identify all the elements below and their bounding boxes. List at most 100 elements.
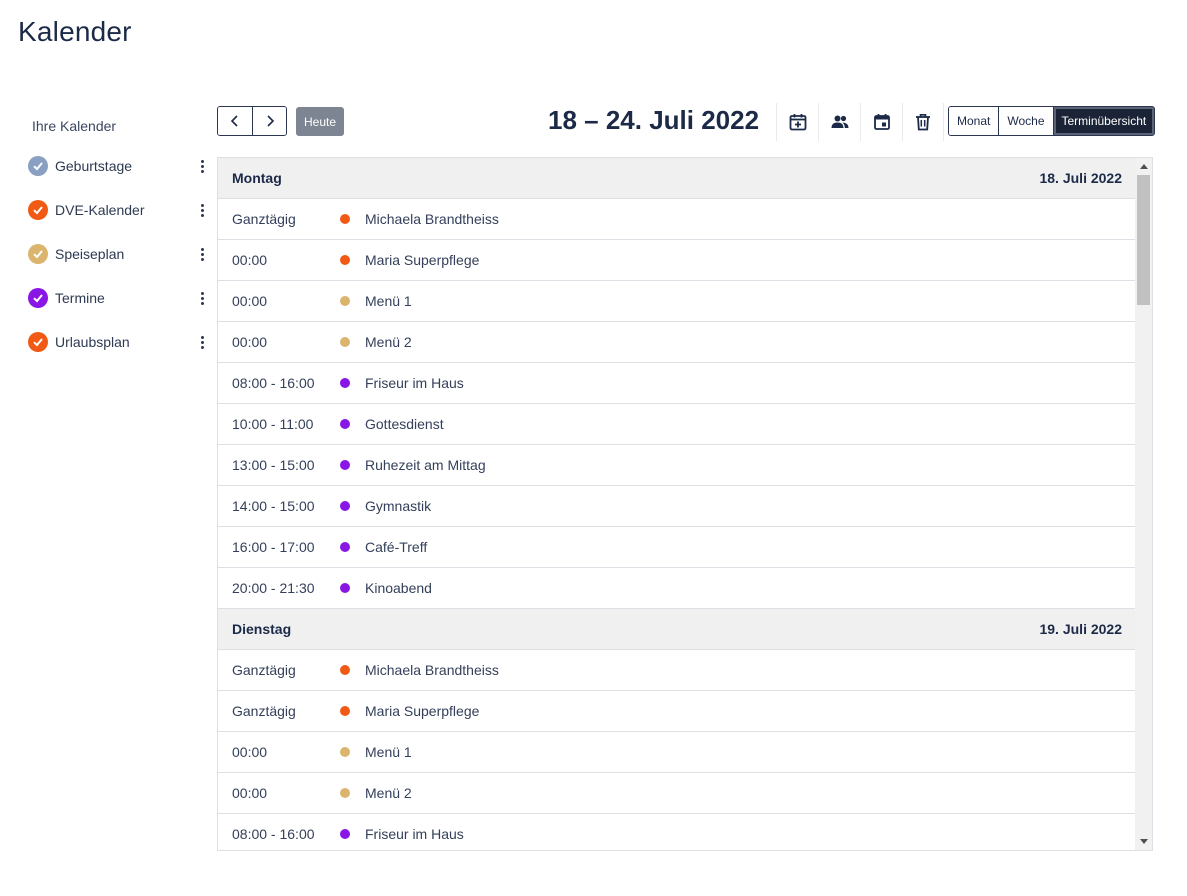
event-color-dot [340, 460, 350, 470]
event-color-dot [340, 542, 350, 552]
delete-button[interactable] [902, 103, 944, 141]
scroll-up-icon [1139, 164, 1148, 169]
event-row[interactable]: 14:00 - 15:00 Gymnastik [218, 486, 1136, 527]
event-row[interactable]: 08:00 - 16:00 Friseur im Haus [218, 814, 1136, 850]
day-header: Dienstag 19. Juli 2022 [218, 609, 1136, 650]
calendar-label: Speiseplan [55, 246, 125, 262]
event-title: Menü 1 [365, 293, 412, 309]
event-row[interactable]: 00:00 Menü 2 [218, 773, 1136, 814]
event-row[interactable]: 20:00 - 21:30 Kinoabend [218, 568, 1136, 609]
calendar-label: Termine [55, 290, 105, 306]
event-color-dot [340, 788, 350, 798]
event-time: Ganztägig [232, 703, 296, 719]
calendar-item[interactable]: Speiseplan [28, 232, 213, 276]
date-navigation [217, 106, 287, 136]
view-month-button[interactable]: Monat [949, 107, 999, 135]
more-vertical-icon[interactable] [199, 288, 205, 308]
calendar-label: Urlaubsplan [55, 334, 130, 350]
event-color-dot [340, 501, 350, 511]
calendar-item[interactable]: Geburtstage [28, 144, 213, 188]
event-title: Michaela Brandtheiss [365, 662, 499, 678]
event-time: 08:00 - 16:00 [232, 826, 315, 842]
event-time: 00:00 [232, 334, 268, 350]
more-vertical-icon[interactable] [199, 244, 205, 264]
today-button[interactable]: Heute [296, 107, 345, 136]
event-row[interactable]: 00:00 Menü 1 [218, 281, 1136, 322]
calendar-icon [873, 114, 890, 130]
event-title: Friseur im Haus [365, 826, 464, 842]
event-time: Ganztägig [232, 662, 296, 678]
view-switcher: Monat Woche Terminübersicht [948, 106, 1156, 136]
event-title: Friseur im Haus [365, 375, 464, 391]
day-date: 19. Juli 2022 [1039, 621, 1122, 637]
calendar-add-icon [789, 114, 806, 131]
agenda-scrollbar[interactable] [1135, 158, 1152, 850]
event-row[interactable]: Ganztägig Maria Superpflege [218, 691, 1136, 732]
prev-week-button[interactable] [218, 107, 252, 135]
calendar-label: Geburtstage [55, 158, 133, 174]
participants-button[interactable] [818, 103, 860, 141]
event-title: Menü 2 [365, 334, 412, 350]
check-icon[interactable] [28, 288, 48, 308]
event-title: Ruhezeit am Mittag [365, 457, 486, 473]
calendar-item[interactable]: Urlaubsplan [28, 320, 213, 364]
event-time: 20:00 - 21:30 [232, 580, 315, 596]
users-icon [831, 115, 848, 128]
more-vertical-icon[interactable] [199, 156, 205, 176]
event-time: 10:00 - 11:00 [232, 416, 314, 432]
check-icon[interactable] [28, 200, 48, 220]
event-title: Menü 2 [365, 785, 412, 801]
agenda-list[interactable]: Montag 18. Juli 2022 Ganztägig Michaela Bra… [217, 157, 1153, 851]
event-title: Michaela Brandtheiss [365, 211, 499, 227]
event-time: 00:00 [232, 785, 268, 801]
calendar-item[interactable]: DVE-Kalender [28, 188, 213, 232]
event-row[interactable]: Ganztägig Michaela Brandtheiss [218, 199, 1136, 240]
day-header: Montag 18. Juli 2022 [218, 158, 1136, 199]
check-icon[interactable] [28, 244, 48, 264]
more-vertical-icon[interactable] [199, 200, 205, 220]
view-agenda-button[interactable]: Terminübersicht [1052, 107, 1155, 135]
event-title: Maria Superpflege [365, 252, 480, 268]
calendar-button[interactable] [860, 103, 902, 141]
event-time: 00:00 [232, 252, 268, 268]
event-title: Maria Superpflege [365, 703, 480, 719]
scroll-thumb[interactable] [1137, 175, 1150, 305]
event-row[interactable]: 00:00 Maria Superpflege [218, 240, 1136, 281]
event-color-dot [340, 706, 350, 716]
event-time: Ganztägig [232, 211, 296, 227]
event-time: 13:00 - 15:00 [232, 457, 315, 473]
event-row[interactable]: 08:00 - 16:00 Friseur im Haus [218, 363, 1136, 404]
calendar-item[interactable]: Termine [28, 276, 213, 320]
more-vertical-icon[interactable] [199, 332, 205, 352]
event-color-dot [340, 214, 350, 224]
event-title: Gymnastik [365, 498, 432, 514]
scroll-up-arrow[interactable] [1135, 158, 1152, 175]
event-title: Café-Treff [365, 539, 428, 555]
calendar-label: DVE-Kalender [55, 202, 145, 218]
event-row[interactable]: 13:00 - 15:00 Ruhezeit am Mittag [218, 445, 1136, 486]
event-row[interactable]: 00:00 Menü 1 [218, 732, 1136, 773]
view-week-button[interactable]: Woche [998, 107, 1053, 135]
calendar-list: Geburtstage DVE-Kalender Speiseplan Termine… [28, 144, 213, 364]
date-range-title: 18 – 24. Juli 2022 [548, 105, 760, 135]
add-event-button[interactable] [776, 103, 818, 141]
check-icon[interactable] [28, 332, 48, 352]
calendar-tools [776, 103, 944, 141]
event-color-dot [340, 419, 350, 429]
event-row[interactable]: Ganztägig Michaela Brandtheiss [218, 650, 1136, 691]
trash-icon [916, 114, 930, 131]
event-color-dot [340, 296, 350, 306]
event-row[interactable]: 00:00 Menü 2 [218, 322, 1136, 363]
event-title: Kinoabend [365, 580, 432, 596]
scroll-down-icon [1139, 839, 1148, 844]
check-icon[interactable] [28, 156, 48, 176]
event-row[interactable]: 10:00 - 11:00 Gottesdienst [218, 404, 1136, 445]
next-week-button[interactable] [252, 107, 286, 135]
scroll-down-arrow[interactable] [1135, 833, 1152, 850]
chevron-left-icon [230, 115, 238, 127]
event-row[interactable]: 16:00 - 17:00 Café-Treff [218, 527, 1136, 568]
event-time: 16:00 - 17:00 [232, 539, 315, 555]
event-time: 00:00 [232, 744, 268, 760]
event-color-dot [340, 378, 350, 388]
day-name: Montag [232, 170, 282, 186]
